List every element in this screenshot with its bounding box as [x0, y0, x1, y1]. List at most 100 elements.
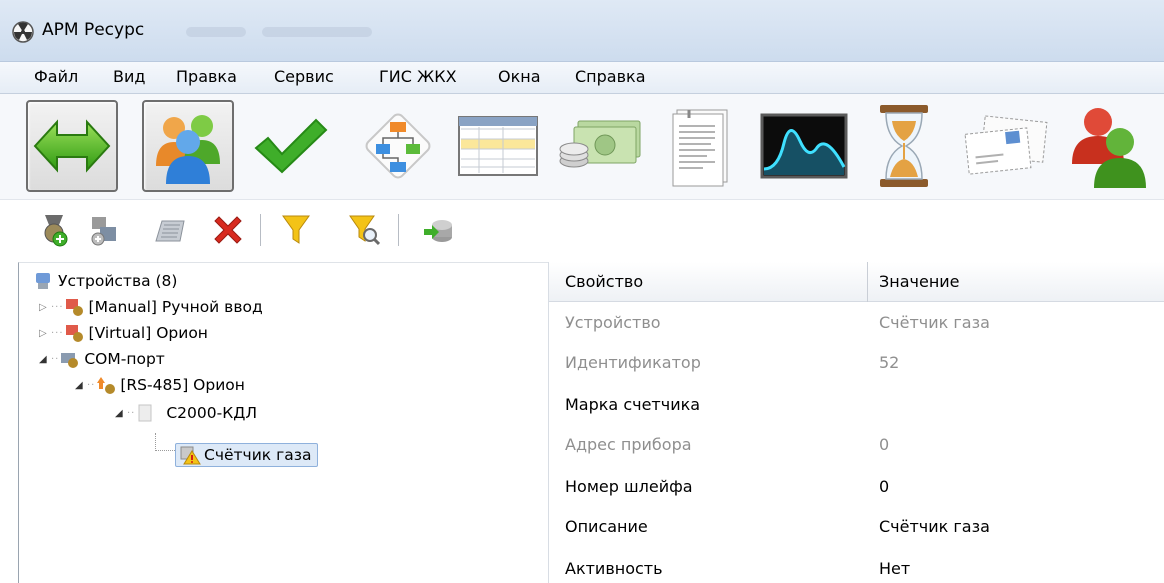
- filter-icon: [282, 215, 310, 244]
- tree-node-root[interactable]: Устройства (8): [33, 269, 177, 293]
- column-header-value[interactable]: Значение: [879, 272, 960, 291]
- expand-icon[interactable]: ▷: [39, 328, 51, 339]
- money-button[interactable]: [554, 100, 646, 192]
- property-row[interactable]: Марка счетчика: [549, 386, 1164, 426]
- title-bar: АРМ Ресурс: [0, 0, 1164, 62]
- document-button[interactable]: [656, 100, 748, 192]
- calculator-icon: [155, 220, 185, 242]
- com-port-icon: [61, 353, 79, 368]
- main-toolbar: [0, 94, 1164, 200]
- expand-icon[interactable]: ▷: [39, 302, 51, 313]
- delete-button[interactable]: [208, 210, 248, 250]
- property-value: 52: [879, 353, 900, 372]
- chart-icon: [760, 113, 848, 179]
- warning-meter-icon: [180, 446, 201, 465]
- tree-node-rs485[interactable]: ◢ ·· [RS-485] Орион: [75, 373, 245, 397]
- property-name: Адрес прибора: [565, 435, 692, 454]
- property-name: Устройство: [565, 313, 661, 332]
- add-device-icon: [44, 215, 68, 247]
- tree-label-rs485: [RS-485] Орион: [120, 376, 245, 394]
- document-icon: [672, 109, 728, 187]
- tree-label-gas-meter: Счётчик газа: [204, 446, 312, 464]
- property-value[interactable]: 0: [879, 477, 889, 496]
- property-row[interactable]: Адрес прибора 0: [549, 426, 1164, 466]
- menu-edit[interactable]: Правка: [174, 67, 239, 86]
- table-icon: [458, 116, 538, 176]
- rs485-icon: [97, 377, 116, 394]
- menu-view[interactable]: Вид: [111, 67, 147, 86]
- collapse-icon[interactable]: ◢: [115, 408, 127, 419]
- property-name: Описание: [565, 517, 648, 536]
- tree-label-manual: [Manual] Ручной ввод: [88, 298, 263, 316]
- menu-help[interactable]: Справка: [573, 67, 648, 86]
- menu-file[interactable]: Файл: [32, 67, 80, 86]
- property-row[interactable]: Активность Нет: [549, 550, 1164, 583]
- column-header-property[interactable]: Свойство: [565, 272, 643, 291]
- user-group-button[interactable]: [1062, 100, 1154, 192]
- connect-arrows-icon: [33, 119, 111, 173]
- toolbar-separator: [260, 214, 261, 246]
- property-row[interactable]: Номер шлейфа 0: [549, 468, 1164, 508]
- manual-input-icon: [65, 299, 83, 316]
- tree-label-kdl: С2000-КДЛ: [166, 404, 257, 422]
- property-name: Номер шлейфа: [565, 477, 693, 496]
- device-tree[interactable]: Устройства (8) ▷ ··· [Manual] Ручной вво…: [18, 262, 548, 583]
- tree-label-virtual: [Virtual] Орион: [88, 324, 208, 342]
- collapse-icon[interactable]: ◢: [75, 380, 87, 391]
- menu-windows[interactable]: Окна: [496, 67, 543, 86]
- filter-search-icon: [349, 215, 380, 246]
- property-grid: Свойство Значение Устройство Счётчик газ…: [548, 262, 1164, 583]
- property-row[interactable]: Устройство Счётчик газа: [549, 304, 1164, 344]
- controller-icon: [138, 404, 152, 422]
- tree-node-com-port[interactable]: ◢ ·· COM-порт: [39, 347, 165, 371]
- connect-button[interactable]: [26, 100, 118, 192]
- blurred-text: [262, 27, 372, 37]
- property-value[interactable]: Нет: [879, 559, 910, 578]
- table-button[interactable]: [452, 100, 544, 192]
- import-button[interactable]: [418, 210, 458, 250]
- property-name: Активность: [565, 559, 663, 578]
- devices-root-icon: [36, 273, 50, 289]
- column-separator[interactable]: [867, 262, 868, 302]
- window-title: АРМ Ресурс: [42, 20, 145, 40]
- selected-item[interactable]: Счётчик газа: [175, 443, 319, 467]
- blurred-text: [186, 27, 246, 37]
- tree-node-virtual[interactable]: ▷ ··· [Virtual] Орион: [39, 321, 208, 345]
- toolbar-separator: [398, 214, 399, 246]
- menu-bar: Файл Вид Правка Сервис ГИС ЖКХ Окна Спра…: [0, 62, 1164, 94]
- hourglass-button[interactable]: [858, 100, 950, 192]
- grid-header: Свойство Значение: [549, 262, 1164, 302]
- tree-node-kdl[interactable]: ◢ ·· С2000-КДЛ: [115, 401, 257, 425]
- hourglass-icon: [880, 105, 928, 187]
- property-row[interactable]: Идентификатор 52: [549, 344, 1164, 384]
- property-name: Марка счетчика: [565, 395, 701, 414]
- users-button[interactable]: [142, 100, 234, 192]
- tree-connector: [155, 433, 175, 451]
- calculator-button[interactable]: [150, 210, 190, 250]
- chart-button[interactable]: [758, 100, 850, 192]
- tree-node-manual[interactable]: ▷ ··· [Manual] Ручной ввод: [39, 295, 263, 319]
- diagram-button[interactable]: [352, 100, 444, 192]
- property-name: Идентификатор: [565, 353, 701, 372]
- menu-service[interactable]: Сервис: [272, 67, 336, 86]
- property-value: 0: [879, 435, 890, 454]
- add-node-button[interactable]: [84, 210, 124, 250]
- check-button[interactable]: [244, 100, 336, 192]
- menu-gis[interactable]: ГИС ЖКХ: [377, 67, 459, 86]
- users-icon: [156, 115, 220, 184]
- tree-label-com-port: COM-порт: [84, 350, 165, 368]
- filter-button[interactable]: [276, 210, 316, 250]
- mail-button[interactable]: [960, 100, 1052, 192]
- tree-node-gas-meter[interactable]: Счётчик газа: [175, 443, 319, 467]
- property-row[interactable]: Описание Счётчик газа: [549, 508, 1164, 548]
- radiation-icon: [12, 21, 34, 43]
- delete-icon: [214, 216, 242, 244]
- filter-search-button[interactable]: [344, 210, 384, 250]
- property-value: Счётчик газа: [879, 313, 990, 332]
- mail-icon: [964, 115, 1048, 175]
- tree-label-root: Устройства (8): [58, 272, 178, 290]
- collapse-icon[interactable]: ◢: [39, 354, 51, 365]
- add-device-button[interactable]: [34, 210, 74, 250]
- property-value[interactable]: Счётчик газа: [879, 517, 990, 536]
- checkmark-icon: [254, 118, 328, 174]
